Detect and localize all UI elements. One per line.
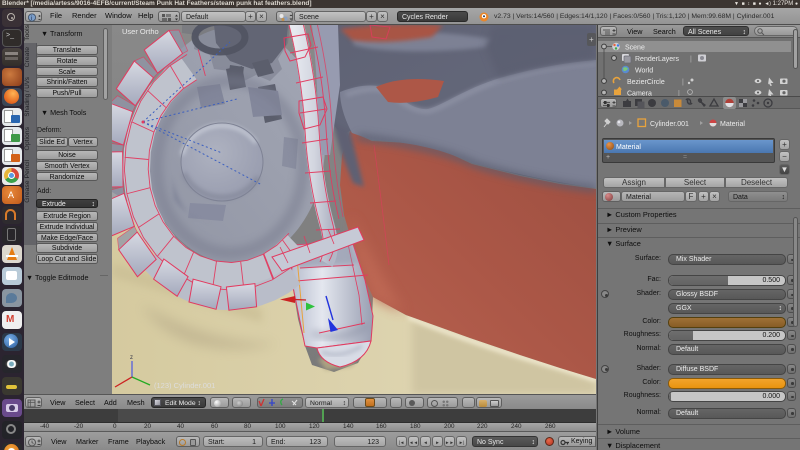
svg-text:World: World	[635, 68, 653, 75]
svg-text:+: +	[589, 35, 594, 44]
svg-text:i: i	[31, 16, 32, 22]
svg-text:Scene: Scene	[625, 45, 645, 52]
svg-text:|: |	[690, 56, 692, 63]
svg-text:User Ortho: User Ortho	[122, 27, 159, 36]
svg-text:Material: Material	[720, 121, 745, 128]
svg-text:z: z	[130, 355, 133, 361]
svg-text:RenderLayers: RenderLayers	[635, 56, 679, 63]
svg-text:Cylinder.001: Cylinder.001	[650, 121, 689, 128]
svg-text:BezierCircle: BezierCircle	[627, 79, 665, 86]
svg-text:|: |	[682, 79, 684, 86]
svg-text:(123) Cylinder.001: (123) Cylinder.001	[154, 381, 215, 390]
